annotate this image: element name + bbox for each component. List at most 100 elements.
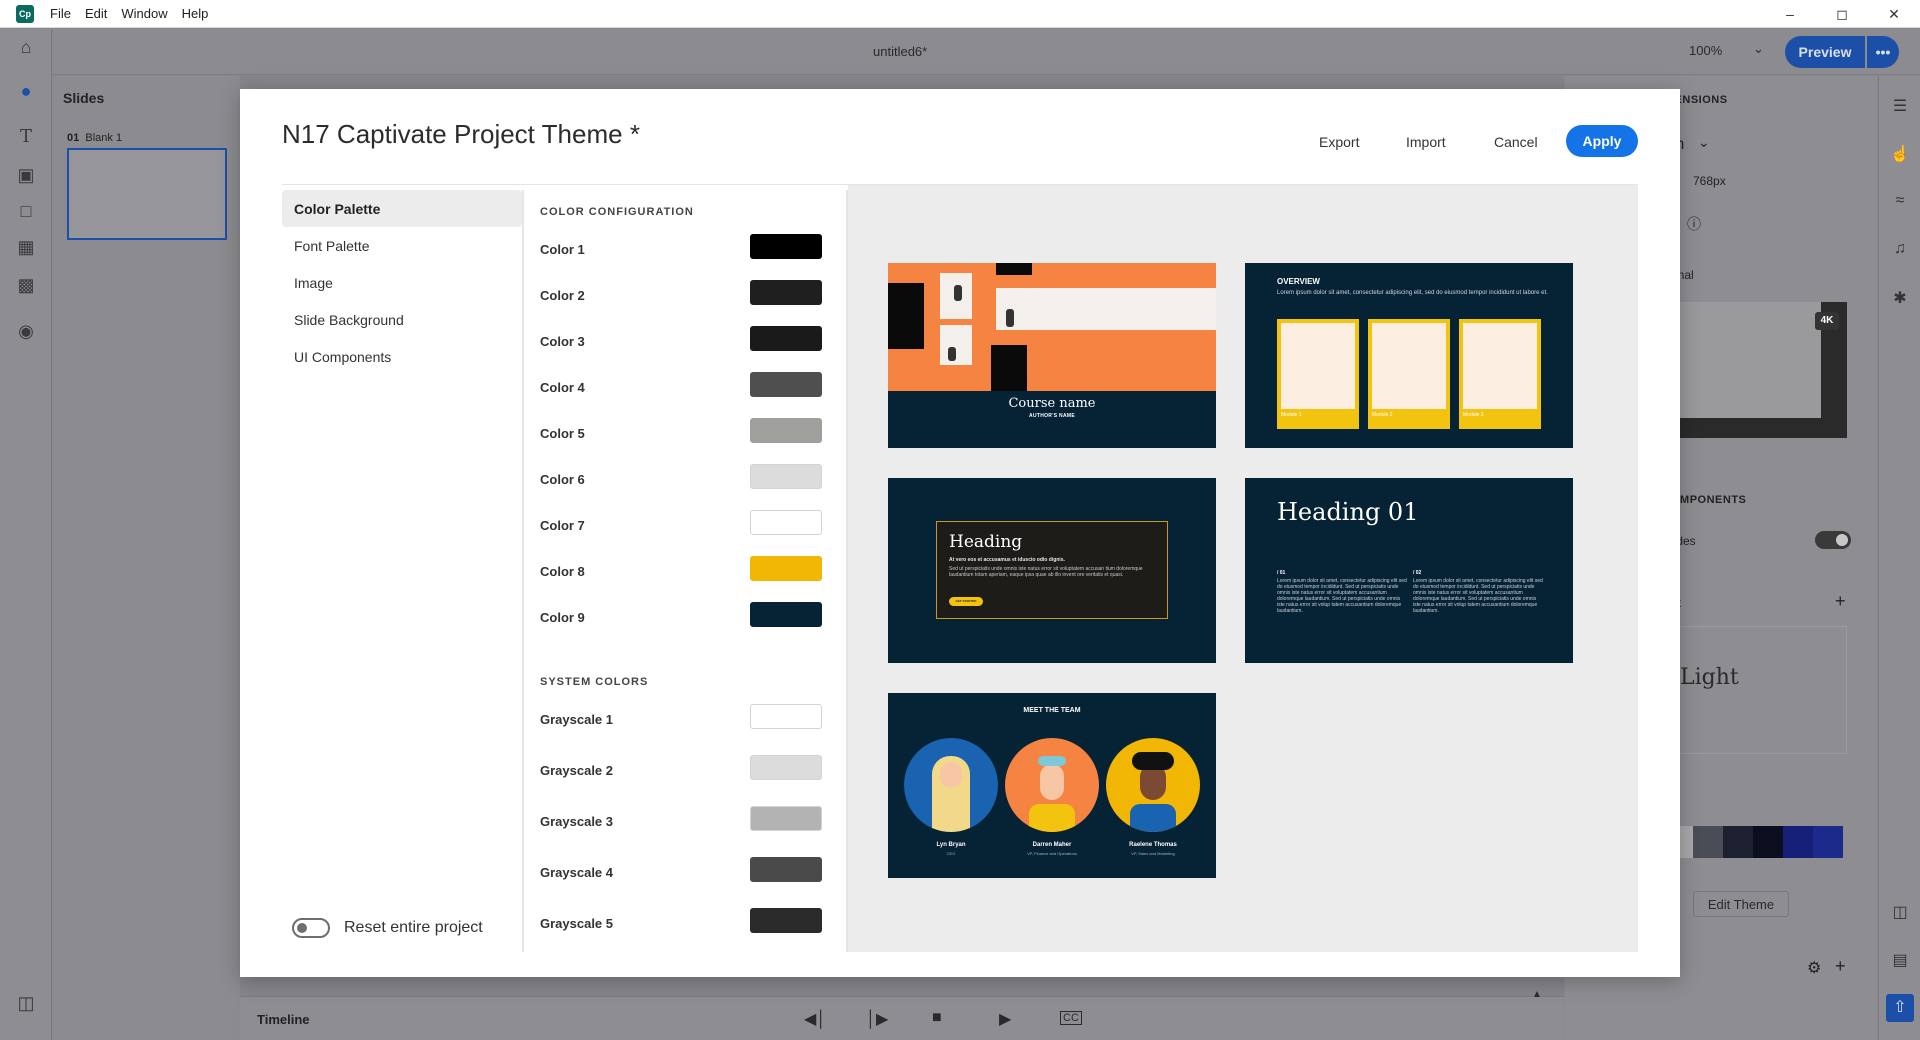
color-swatch[interactable] xyxy=(750,372,822,397)
color-swatch[interactable] xyxy=(750,234,822,259)
color-swatch[interactable] xyxy=(750,418,822,443)
import-button[interactable]: Import xyxy=(1406,134,1446,150)
color-swatch[interactable] xyxy=(750,908,822,933)
animation-icon[interactable]: ≈ xyxy=(1889,192,1911,214)
menu-edit[interactable]: Edit xyxy=(85,6,107,21)
color-swatch[interactable] xyxy=(750,326,822,351)
add-icon[interactable]: ● xyxy=(14,79,38,103)
theme-card[interactable]: Light xyxy=(1671,626,1847,754)
step-forward-icon[interactable]: │▶ xyxy=(866,1009,888,1029)
captions-icon[interactable]: CC xyxy=(1060,1011,1082,1025)
dialog-title: N17 Captivate Project Theme * xyxy=(282,119,640,150)
panel-icon[interactable]: ◫ xyxy=(1889,902,1911,924)
height-value[interactable]: 768px xyxy=(1693,174,1726,188)
black-block xyxy=(888,283,924,349)
text-icon[interactable]: T xyxy=(14,125,38,149)
add-icon[interactable]: + xyxy=(1835,956,1846,977)
widgets-icon[interactable]: ▦ xyxy=(14,235,38,259)
color-swatch[interactable] xyxy=(750,602,822,627)
audio-icon[interactable]: ♫ xyxy=(1889,240,1911,262)
nav-ui-components[interactable]: UI Components xyxy=(282,338,522,375)
avatar-face xyxy=(1040,764,1064,800)
document-topbar: untitled6* 100% ⌄ Preview ••• xyxy=(53,29,1920,75)
menu-help[interactable]: Help xyxy=(182,6,209,21)
maximize-icon[interactable]: ◻ xyxy=(1816,0,1868,28)
record-icon[interactable]: ◉ xyxy=(14,319,38,343)
more-options-button[interactable]: ••• xyxy=(1867,36,1899,68)
step-back-icon[interactable]: ◀│ xyxy=(804,1009,826,1029)
color-swatch[interactable] xyxy=(750,556,822,581)
color-swatch[interactable] xyxy=(750,510,822,535)
color-row: Grayscale 1 xyxy=(540,704,830,734)
color-swatch[interactable] xyxy=(750,280,822,305)
minimize-icon[interactable]: – xyxy=(1764,0,1816,28)
close-icon[interactable]: ✕ xyxy=(1868,0,1920,28)
chevron-up-icon[interactable]: ▲ xyxy=(1532,989,1542,1000)
color-swatch[interactable] xyxy=(750,755,822,780)
slide-thumbnail[interactable] xyxy=(67,148,227,240)
menu-file[interactable]: File xyxy=(50,6,71,21)
preview-overview-slide[interactable]: OVERVIEW Lorem ipsum dolor sit amet, con… xyxy=(1245,263,1573,448)
theme-swatch xyxy=(1723,826,1753,858)
color-row: Color 6 xyxy=(540,464,830,494)
layout-icon[interactable]: ◫ xyxy=(14,991,38,1015)
nav-slide-background[interactable]: Slide Background xyxy=(282,301,522,338)
color-row: Color 7 xyxy=(540,510,830,540)
edit-theme-button[interactable]: Edit Theme xyxy=(1693,891,1789,917)
module-illustration xyxy=(1372,323,1446,409)
info-icon[interactable]: ⓘ xyxy=(1687,214,1701,234)
play-icon[interactable]: ▶ xyxy=(999,1009,1011,1029)
toggle-switch[interactable] xyxy=(292,918,330,938)
nav-color-palette[interactable]: Color Palette xyxy=(282,190,522,227)
media-icon[interactable]: ▣ xyxy=(14,163,38,187)
menu-window[interactable]: Window xyxy=(121,6,167,21)
settings-icon[interactable]: ⚙ xyxy=(1807,958,1821,978)
accessibility-icon[interactable]: ✱ xyxy=(1889,288,1911,310)
timeline-bar: Timeline ◀│ │▶ ■ ▶ CC ▲ xyxy=(240,989,1564,1040)
color-swatch[interactable] xyxy=(750,704,822,729)
theme-preview-area: Course name AUTHOR'S NAME OVERVIEW Lorem… xyxy=(848,185,1638,952)
preview-body-text: Sed ut perspiciatis unde omnis iste natu… xyxy=(949,566,1143,578)
preview-title-slide[interactable]: Course name AUTHOR'S NAME xyxy=(888,263,1216,448)
color-swatch[interactable] xyxy=(750,464,822,489)
slides-toggle[interactable] xyxy=(1815,531,1851,549)
text-column: / 01 Lorem ipsum dolor sit amet, consect… xyxy=(1277,570,1407,614)
add-icon[interactable]: + xyxy=(1835,591,1846,612)
home-icon[interactable]: ⌂ xyxy=(14,35,38,59)
color-swatch[interactable] xyxy=(750,857,822,882)
preview-heading-slide[interactable]: Heading At vero eos et accusamus et idus… xyxy=(888,478,1216,663)
desk-image xyxy=(1671,302,1821,418)
preview-two-column-slide[interactable]: Heading 01 / 01 Lorem ipsum dolor sit am… xyxy=(1245,478,1573,663)
preview-button[interactable]: Preview xyxy=(1785,36,1865,68)
reset-project-toggle[interactable]: Reset entire project xyxy=(292,918,483,938)
nav-image[interactable]: Image xyxy=(282,264,522,301)
zoom-level[interactable]: 100% xyxy=(1689,43,1722,58)
interaction-icon[interactable]: ☝ xyxy=(1889,144,1911,166)
apply-button[interactable]: Apply xyxy=(1566,125,1638,157)
document-icon[interactable]: ▤ xyxy=(1889,950,1911,972)
theme-nav: Color Palette Font Palette Image Slide B… xyxy=(282,190,522,375)
background-image-preview[interactable]: 4K xyxy=(1671,302,1847,438)
module-label: Module 3 xyxy=(1463,412,1484,418)
share-icon[interactable]: ⇧ xyxy=(1886,994,1914,1022)
preview-team-slide[interactable]: MEET THE TEAM Lyn Bryan CEO Darren Maher… xyxy=(888,693,1216,878)
color-row: Grayscale 5 xyxy=(540,908,830,938)
color-label: Grayscale 3 xyxy=(540,814,614,829)
properties-icon[interactable]: ☰ xyxy=(1889,96,1911,118)
components-heading: OMPONENTS xyxy=(1671,494,1747,506)
interactions-icon[interactable]: □ xyxy=(14,199,38,223)
left-toolbar: ⌂ ● T ▣ □ ▦ ▩ ◉ ◫ xyxy=(0,29,52,1040)
cream-block xyxy=(940,325,972,365)
cancel-button[interactable]: Cancel xyxy=(1494,134,1538,150)
avatar-hair xyxy=(1038,756,1066,766)
stop-icon[interactable]: ■ xyxy=(932,1009,942,1027)
chevron-down-icon[interactable]: ⌄ xyxy=(1698,134,1710,151)
color-label: Color 2 xyxy=(540,288,585,303)
assets-icon[interactable]: ▩ xyxy=(14,273,38,297)
color-label: Color 1 xyxy=(540,242,585,257)
chevron-down-icon[interactable]: ⌄ xyxy=(1753,41,1764,57)
color-swatch[interactable] xyxy=(750,806,822,831)
nav-font-palette[interactable]: Font Palette xyxy=(282,227,522,264)
cream-band xyxy=(996,288,1216,330)
export-button[interactable]: Export xyxy=(1319,134,1359,150)
